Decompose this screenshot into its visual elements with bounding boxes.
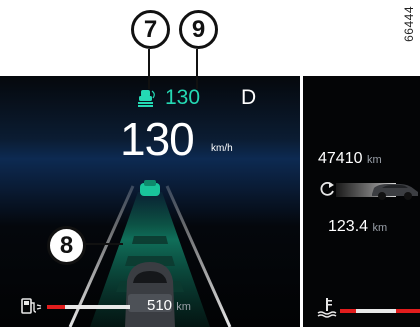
trip-reset-icon [320, 181, 334, 196]
temp-gauge-low [340, 309, 356, 313]
callout-8-line [83, 243, 123, 245]
odometer: 47410 km [318, 150, 382, 167]
temp-gauge-bar [356, 309, 396, 313]
fuel-range-unit: km [176, 301, 191, 313]
trip-unit: km [372, 222, 388, 234]
fuel-pump-icon [21, 298, 42, 314]
set-speed-value: 130 [165, 86, 201, 109]
adaptive-cruise-icon [138, 90, 155, 107]
reference-code: 66444 [402, 6, 416, 42]
temp-gauge-high [396, 309, 420, 313]
fuel-gauge-low [47, 305, 65, 309]
callout-9: 9 [179, 10, 218, 49]
callout-7: 7 [131, 10, 170, 49]
callout-7-line [148, 49, 150, 89]
speed-unit: km/h [211, 143, 233, 154]
callout-8: 8 [47, 226, 86, 265]
callout-9-line [196, 49, 198, 89]
fuel-range-row: 510 km [0, 296, 300, 318]
vehicle-side-icon [372, 184, 418, 200]
cluster-status-row: 130 D [0, 86, 300, 110]
lead-vehicle-icon [140, 180, 160, 196]
gear-indicator: D [241, 86, 257, 109]
current-speed: 130 [120, 113, 195, 165]
cluster-side-panel [303, 76, 420, 327]
fuel-range-value: 510 km [147, 297, 191, 314]
odometer-unit: km [366, 154, 382, 166]
trip-distance: 123.4 km [328, 218, 388, 235]
coolant-temperature-icon [317, 298, 337, 318]
fuel-gauge-bar [65, 305, 130, 309]
